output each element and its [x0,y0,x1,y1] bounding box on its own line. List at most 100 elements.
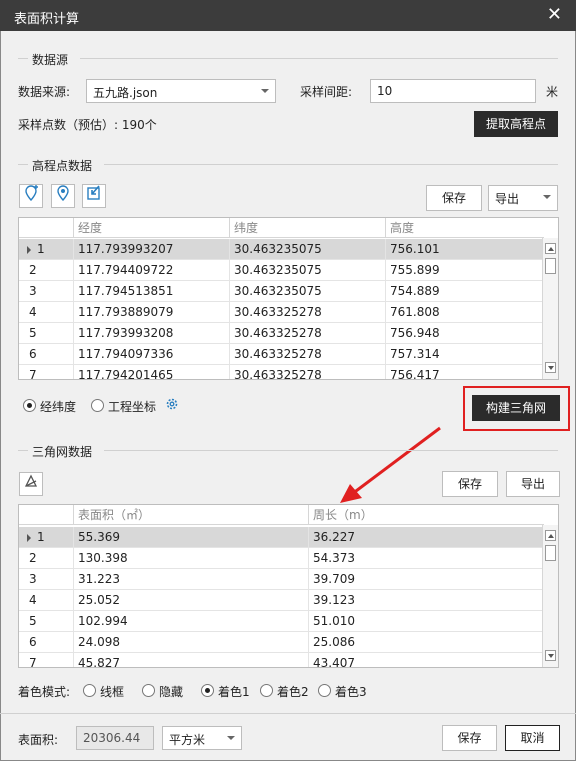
row-index: 4 [29,593,37,607]
divider [80,58,558,59]
triangle-table: 表面积（㎡） 周长（m） 1 55.369 36.227 2 130.398 5… [18,504,559,668]
location-icon[interactable] [51,184,75,208]
scroll-up-icon[interactable] [545,243,556,254]
table-row[interactable]: 6 117.794097336 30.463325278 757.314 [19,344,544,365]
table-row[interactable]: 5 102.994 51.010 [19,611,544,632]
interval-input[interactable]: 10 [370,79,536,103]
triangle-section-title: 三角网数据 [32,445,93,459]
lat-cell: 30.463235075 [229,281,385,302]
radio-color2[interactable] [260,684,273,697]
elevation-section-title: 高程点数据 [32,159,93,173]
close-icon[interactable]: ✕ [547,4,562,25]
lon-cell: 117.794409722 [73,260,229,281]
cancel-button[interactable]: 取消 [505,725,560,751]
lon-cell: 117.794097336 [73,344,229,365]
row-index: 7 [29,368,37,380]
radio-color3[interactable] [318,684,331,697]
import-icon[interactable] [82,184,106,208]
perimeter-cell: 25.086 [308,632,544,653]
annotation-arrow-icon [340,426,441,503]
table-row[interactable]: 1 117.793993207 30.463235075 756.101 [19,239,544,260]
radio-color3-label: 着色3 [335,685,367,699]
export-select-value: 导出 [495,192,520,206]
lon-cell: 117.793993207 [73,239,229,260]
area-cell: 55.369 [73,527,308,548]
radio-lonlat-label: 经纬度 [40,400,77,414]
interval-unit: 米 [546,85,559,99]
radio-engineering-label: 工程坐标 [108,400,157,414]
radio-hidden-label: 隐藏 [159,685,184,699]
table-row[interactable]: 3 117.794513851 30.463235075 754.889 [19,281,544,302]
triangle-scrollbar[interactable] [542,525,558,667]
height-cell: 754.889 [385,281,544,302]
unit-select-value: 平方米 [169,733,206,747]
radio-wireframe-label: 线框 [100,685,125,699]
scroll-down-icon[interactable] [545,362,556,373]
lat-cell: 30.463235075 [229,260,385,281]
elevation-table: 经度 纬度 高度 1 117.793993207 30.463235075 75… [18,217,559,380]
triangle-export-button[interactable]: 导出 [506,471,560,497]
source-label: 数据来源: [18,85,71,99]
radio-color1-label: 着色1 [218,685,250,699]
elevation-export-select[interactable]: 导出 [488,185,558,211]
row-index: 7 [29,656,37,668]
extract-elevation-button[interactable]: 提取高程点 [474,111,558,137]
triangle-icon[interactable] [19,472,43,496]
row-index: 1 [37,530,45,544]
elevation-save-button[interactable]: 保存 [426,185,482,211]
row-index: 2 [29,263,37,277]
row-index: 3 [29,572,37,586]
triangle-save-button[interactable]: 保存 [442,471,498,497]
table-row[interactable]: 4 117.793889079 30.463325278 761.808 [19,302,544,323]
lat-cell: 30.463325278 [229,365,385,379]
radio-lonlat[interactable] [23,399,36,412]
gear-icon[interactable] [165,397,179,414]
row-index: 5 [29,614,37,628]
perimeter-cell: 39.709 [308,569,544,590]
footer-save-button[interactable]: 保存 [442,725,497,751]
radio-color1[interactable] [201,684,214,697]
scroll-thumb[interactable] [545,258,556,274]
perimeter-cell: 36.227 [308,527,544,548]
chevron-down-icon [227,736,235,740]
title-bar: 表面积计算 ✕ [0,0,576,31]
height-cell: 757.314 [385,344,544,365]
column-header: 经度 [73,218,229,238]
add-point-icon[interactable] [19,184,43,208]
radio-hidden[interactable] [142,684,155,697]
scroll-down-icon[interactable] [545,650,556,661]
scroll-up-icon[interactable] [545,530,556,541]
radio-wireframe[interactable] [83,684,96,697]
table-row[interactable]: 1 55.369 36.227 [19,527,544,548]
row-index: 2 [29,551,37,565]
table-row[interactable]: 4 25.052 39.123 [19,590,544,611]
height-cell: 756.948 [385,323,544,344]
row-index: 3 [29,284,37,298]
area-label: 表面积: [18,733,59,747]
source-select-value: 五九路.json [93,86,158,100]
table-row[interactable]: 3 31.223 39.709 [19,569,544,590]
table-row[interactable]: 5 117.793993208 30.463325278 756.948 [19,323,544,344]
radio-engineering[interactable] [91,399,104,412]
height-cell: 756.417 [385,365,544,379]
elevation-scrollbar[interactable] [542,238,558,379]
table-row[interactable]: 7 45.827 43.407 [19,653,544,668]
area-output: 20306.44 [76,726,154,750]
lat-cell: 30.463325278 [229,344,385,365]
unit-select[interactable]: 平方米 [162,726,242,750]
area-cell: 102.994 [73,611,308,632]
area-cell: 31.223 [73,569,308,590]
perimeter-cell: 54.373 [308,548,544,569]
column-header: 周长（m） [308,505,544,525]
table-row[interactable]: 2 130.398 54.373 [19,548,544,569]
divider [18,450,28,451]
table-row[interactable]: 7 117.794201465 30.463325278 756.417 [19,365,544,380]
window-title: 表面积计算 [14,12,80,27]
build-tin-button[interactable]: 构建三角网 [472,395,560,421]
sample-count: 采样点数（预估）: 190个 [18,118,157,132]
row-index: 5 [29,326,37,340]
table-row[interactable]: 2 117.794409722 30.463235075 755.899 [19,260,544,281]
source-select[interactable]: 五九路.json [86,79,276,103]
scroll-thumb[interactable] [545,545,556,561]
table-row[interactable]: 6 24.098 25.086 [19,632,544,653]
